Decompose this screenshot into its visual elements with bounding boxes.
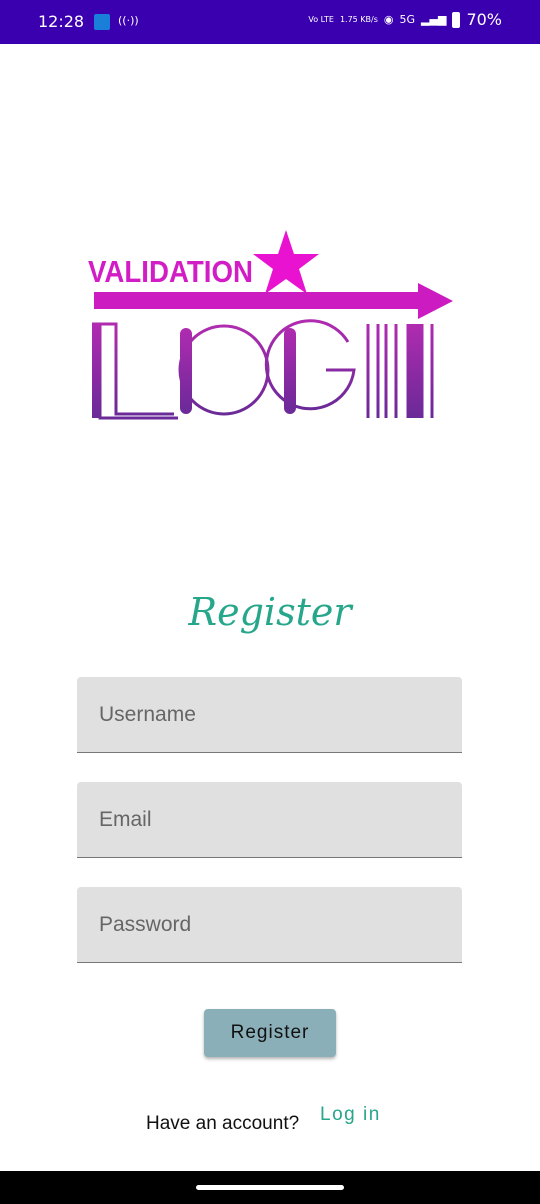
username-input[interactable] xyxy=(77,677,462,752)
status-bar: 12:28 ((·)) Vo LTE 1.75 KB/s ◉ 5G ▂▄▆ 70… xyxy=(0,0,540,44)
network-speed: 1.75 KB/s xyxy=(339,15,378,24)
battery-icon xyxy=(452,11,461,28)
svg-text:VALIDATION: VALIDATION xyxy=(88,254,253,289)
volte-icon: Vo LTE xyxy=(308,15,334,24)
navigation-bar xyxy=(0,1171,540,1204)
wifi-icon: ◉ xyxy=(383,13,394,26)
register-button[interactable]: Register xyxy=(204,1009,336,1057)
email-input[interactable] xyxy=(77,782,462,857)
register-title: Register xyxy=(188,590,352,634)
network-type: 5G xyxy=(399,13,416,26)
battery-percent: 70% xyxy=(466,10,502,29)
have-account-text: Have an account? xyxy=(146,1113,300,1134)
password-field[interactable] xyxy=(77,887,462,963)
home-gesture-handle[interactable] xyxy=(196,1185,344,1190)
username-field[interactable] xyxy=(77,677,462,753)
hotspot-icon: ((·)) xyxy=(118,14,139,27)
app-notification-icon xyxy=(94,14,110,30)
clock: 12:28 xyxy=(38,12,85,31)
signal-icon: ▂▄▆ xyxy=(421,13,447,26)
password-input[interactable] xyxy=(77,887,462,962)
login-link[interactable]: Log in xyxy=(320,1104,381,1126)
email-field[interactable] xyxy=(77,782,462,858)
validation-login-logo: VALIDATION xyxy=(88,230,453,420)
